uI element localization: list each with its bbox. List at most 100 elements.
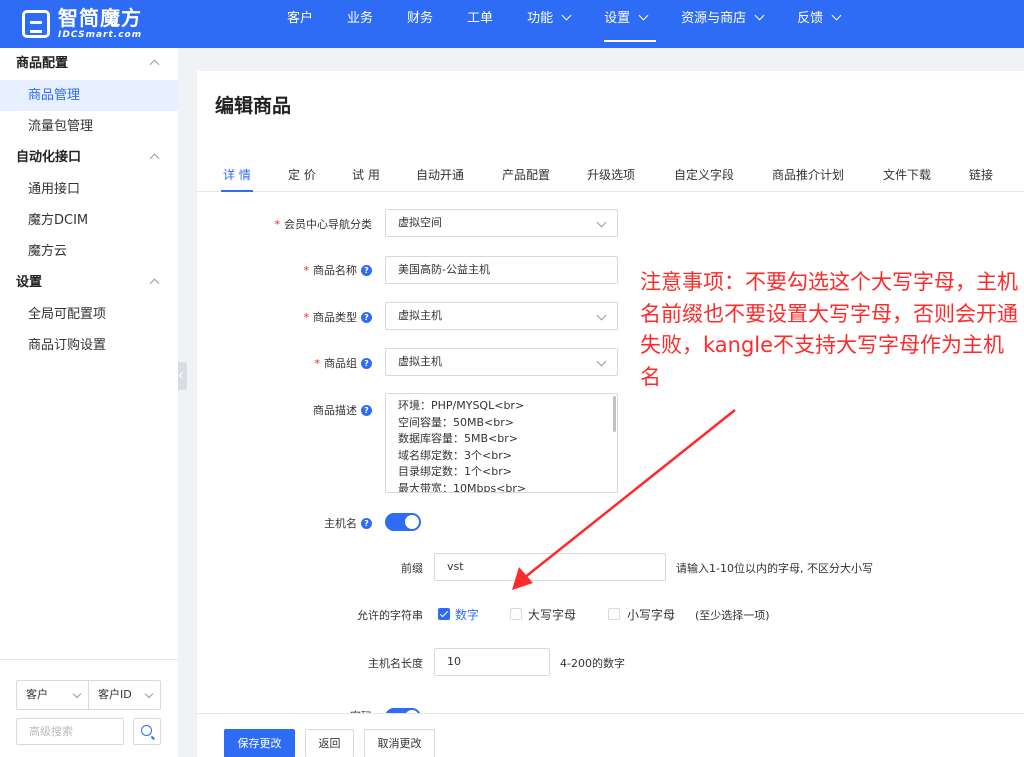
product-name-label: * 商品名称? — [303, 262, 372, 278]
description-line: 空间容量：50MB<br> — [398, 415, 514, 429]
help-icon[interactable]: ? — [361, 265, 372, 276]
prefix-input[interactable]: vst — [434, 553, 666, 581]
nav-item-label: 功能 — [527, 11, 554, 26]
prefix-label: 前缀 — [401, 562, 423, 575]
filter-type-select[interactable]: 客户 — [17, 681, 89, 709]
charset-option-label[interactable]: 数字 — [455, 606, 479, 623]
sidebar-group-0[interactable]: 商品配置 — [0, 48, 178, 80]
sidebar-group-label: 自动化接口 — [16, 150, 82, 165]
sidebar-group-label: 设置 — [16, 275, 43, 290]
help-icon[interactable]: ? — [361, 518, 372, 529]
nav-item-6[interactable]: 资源与商店 — [664, 0, 780, 48]
description-label: 商品描述? — [313, 402, 372, 418]
nav-category-select[interactable]: 虚拟空间 — [385, 209, 618, 237]
filter-field-value: 客户ID — [98, 688, 132, 701]
hostname-toggle[interactable] — [385, 513, 421, 531]
save-button[interactable]: 保存更改 — [224, 729, 295, 757]
nav-category-value: 虚拟空间 — [398, 216, 442, 229]
nav-item-label: 财务 — [407, 11, 434, 26]
product-name-input[interactable]: 美国高防-公益主机 — [385, 256, 618, 284]
nav-item-3[interactable]: 工单 — [450, 0, 510, 48]
sidebar-item-2-1[interactable]: 商品订购设置 — [0, 330, 178, 361]
charset-checkbox-0[interactable] — [438, 608, 450, 620]
nav-item-1[interactable]: 业务 — [330, 0, 390, 48]
required-mark: * — [274, 218, 281, 231]
tab-7[interactable]: 商品推介计划 — [772, 166, 844, 183]
sidebar-group-1[interactable]: 自动化接口 — [0, 142, 178, 174]
product-type-label-text: 商品类型 — [313, 311, 357, 324]
sidebar-menu: 商品配置 商品管理 流量包管理自动化接口通用接口 魔方DCIM 魔方云设置全局可配置项商… — [0, 48, 178, 361]
product-group-value: 虚拟主机 — [398, 355, 442, 368]
tab-9[interactable]: 链接 — [969, 166, 993, 183]
required-mark: * — [303, 311, 310, 324]
sidebar-group-2[interactable]: 设置 — [0, 267, 178, 299]
description-textarea[interactable]: 环境：PHP/MYSQL<br> 空间容量：50MB<br> 数据库容量：5MB<b… — [385, 393, 618, 493]
charset-option-label[interactable]: 大写字母 — [528, 606, 576, 623]
product-type-label: * 商品类型? — [303, 309, 372, 325]
sidebar-item-2-0[interactable]: 全局可配置项 — [0, 299, 178, 330]
chevron-up-icon — [149, 153, 160, 164]
product-group-label: * 商品组? — [315, 355, 372, 371]
tab-5[interactable]: 升级选项 — [587, 166, 635, 183]
page-title: 编辑商品 — [215, 95, 292, 117]
main-nav: 客户 业务 财务 工单 功能 设置 资源与商店 反馈 — [270, 0, 857, 48]
charset-hint: (至少选择一项) — [695, 609, 770, 622]
back-button[interactable]: 返回 — [305, 729, 354, 757]
logo-subtext: IDCSmart.com — [58, 30, 143, 40]
help-icon[interactable]: ? — [361, 405, 372, 416]
nav-item-0[interactable]: 客户 — [270, 0, 330, 48]
product-name-value: 美国高防-公益主机 — [398, 263, 490, 276]
filter-field-select[interactable]: 客户ID — [89, 681, 160, 709]
required-mark: * — [303, 264, 310, 277]
top-navbar: 智简魔方 IDCSmart.com 客户 业务 财务 工单 功能 设置 资源与商店 反馈 — [0, 0, 1024, 48]
description-line: 环境：PHP/MYSQL<br> — [398, 399, 525, 412]
charset-checkbox-1[interactable] — [510, 608, 522, 620]
tab-bar: 详 情 定 价 试 用 自动开通 产品配置 升级选项 自定义字段 商品推介计划 文件下载 链接 — [197, 164, 1024, 192]
hostname-label: 主机名? — [324, 515, 372, 531]
product-type-select[interactable]: 虚拟主机 — [385, 302, 618, 330]
tab-2[interactable]: 试 用 — [352, 166, 380, 183]
charset-checkbox-2[interactable] — [608, 608, 620, 620]
search-filter-select[interactable]: 客户 客户ID — [16, 680, 161, 710]
length-input[interactable]: 10 — [434, 648, 550, 676]
help-icon[interactable]: ? — [361, 312, 372, 323]
brand-logo[interactable]: 智简魔方 IDCSmart.com — [22, 6, 172, 42]
nav-category-label: * 会员中心导航分类 — [275, 216, 373, 232]
nav-item-label: 资源与商店 — [681, 11, 747, 26]
nav-category-label-text: 会员中心导航分类 — [284, 218, 372, 231]
sidebar-item-1-1[interactable]: 魔方DCIM — [0, 205, 178, 236]
sidebar-item-1-0[interactable]: 通用接口 — [0, 174, 178, 205]
tab-4[interactable]: 产品配置 — [502, 166, 550, 183]
sidebar-collapse-handle[interactable] — [178, 362, 187, 390]
sidebar-item-0-1[interactable]: 流量包管理 — [0, 111, 178, 142]
nav-item-5[interactable]: 设置 — [587, 0, 664, 48]
help-icon[interactable]: ? — [361, 358, 372, 369]
chevron-down-icon — [144, 689, 154, 699]
sidebar-item-0-0[interactable]: 商品管理 — [0, 80, 178, 111]
prefix-hint: 请输入1-10位以内的字母, 不区分大小写 — [676, 562, 873, 575]
tab-1[interactable]: 定 价 — [288, 166, 316, 183]
advanced-search-input[interactable] — [16, 718, 124, 745]
textarea-scrollbar[interactable] — [613, 396, 616, 432]
tab-6[interactable]: 自定义字段 — [674, 166, 734, 183]
tab-0[interactable]: 详 情 — [221, 166, 253, 192]
chevron-down-icon — [754, 10, 765, 21]
nav-item-2[interactable]: 财务 — [390, 0, 450, 48]
logo-text: 智简魔方 — [58, 6, 142, 30]
sidebar-item-1-2[interactable]: 魔方云 — [0, 236, 178, 267]
length-hint: 4-200的数字 — [560, 657, 625, 670]
charset-option-label[interactable]: 小写字母 — [627, 606, 675, 623]
nav-item-4[interactable]: 功能 — [510, 0, 587, 48]
chevron-up-icon — [149, 59, 160, 70]
description-line: 最大带宽：10Mbps<br> — [398, 481, 527, 493]
charset-label: 允许的字符串 — [357, 609, 423, 622]
tab-3[interactable]: 自动开通 — [416, 166, 464, 183]
search-button[interactable] — [133, 718, 161, 745]
hostname-label-text: 主机名 — [324, 517, 357, 530]
main-panel: 编辑商品 详 情 定 价 试 用 自动开通 产品配置 升级选项 自定义字段 商品推介计划 文件下… — [197, 71, 1024, 757]
nav-item-7[interactable]: 反馈 — [780, 0, 857, 48]
product-group-select[interactable]: 虚拟主机 — [385, 348, 618, 376]
annotation-note: 注意事项：不要勾选这个大写字母，主机名前缀也不要设置大写字母，否则会开通失败，k… — [640, 270, 1018, 389]
tab-8[interactable]: 文件下载 — [883, 166, 931, 183]
cancel-changes-button[interactable]: 取消更改 — [364, 729, 435, 757]
